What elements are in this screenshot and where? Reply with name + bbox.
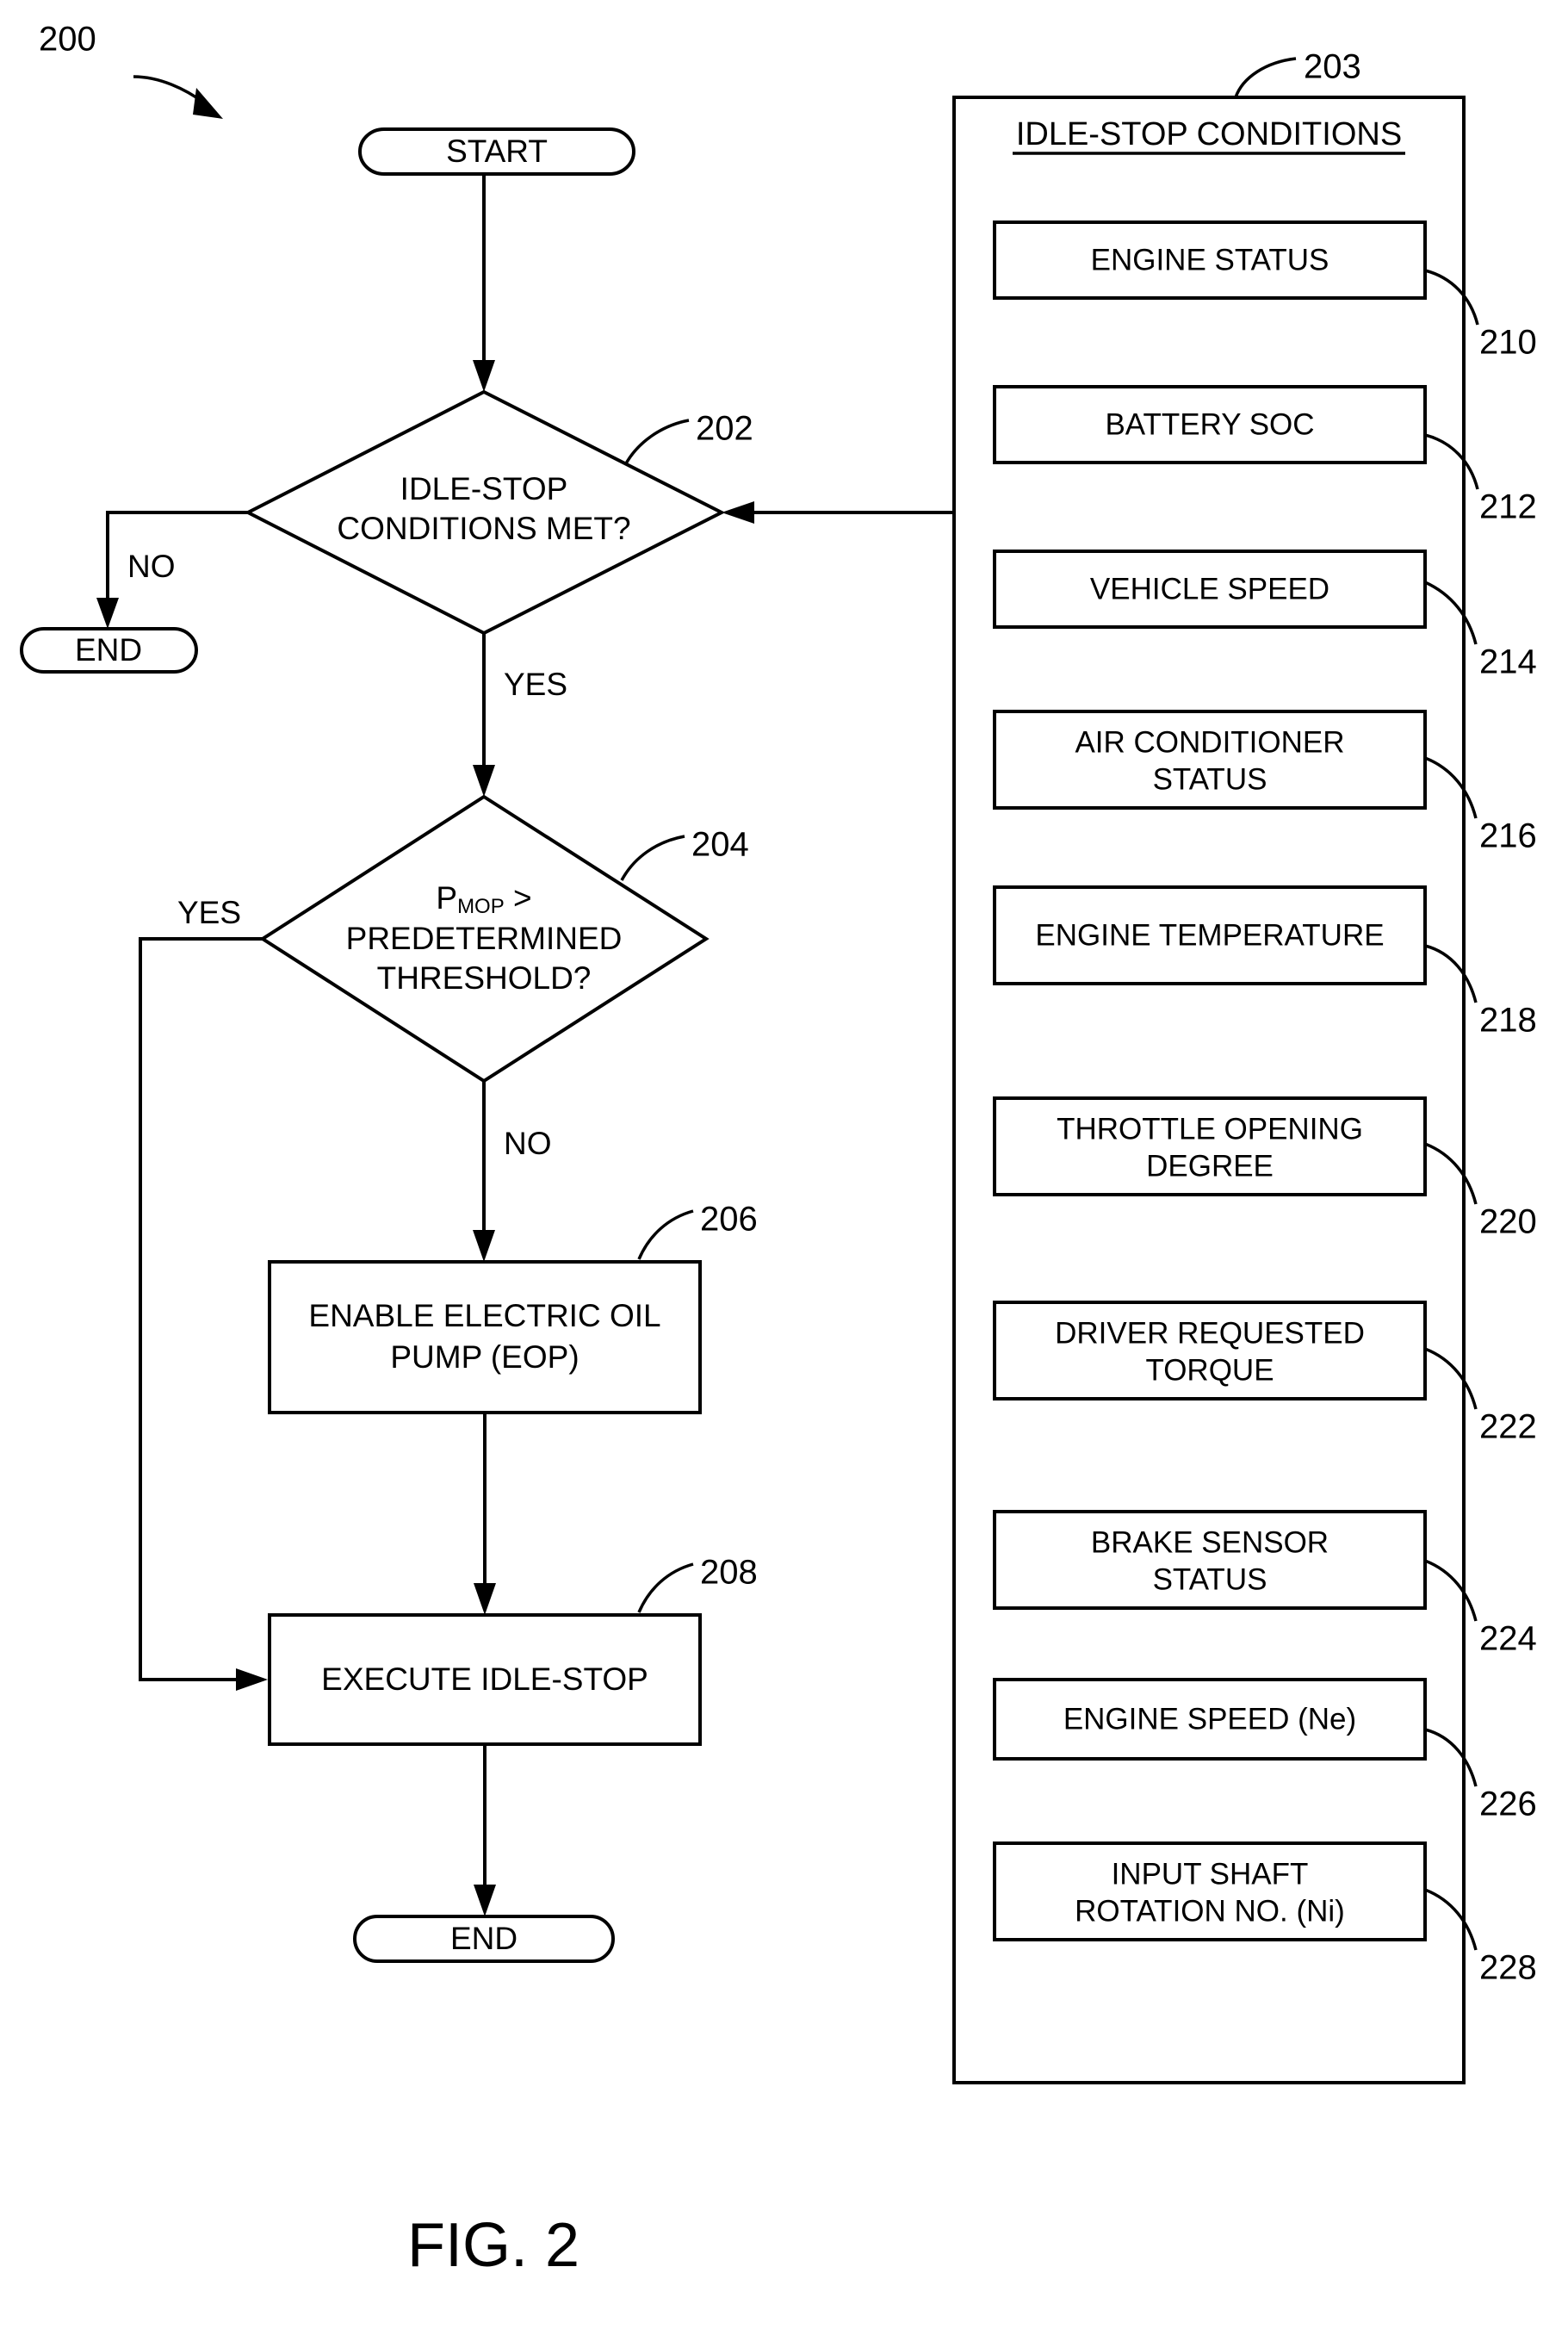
ref-202: 202	[623, 410, 753, 466]
condition-ref-label: 212	[1479, 488, 1537, 526]
edge-decision-1-no-to-end: NO	[96, 511, 248, 629]
edge-eop-to-execute	[474, 1413, 496, 1615]
condition-item-line: BRAKE SENSOR	[1091, 1525, 1329, 1559]
branch-label-no-2: NO	[504, 1126, 552, 1161]
condition-item-line: VEHICLE SPEED	[1090, 572, 1329, 606]
ref-208: 208	[637, 1554, 758, 1613]
branch-label-yes-1: YES	[504, 667, 567, 702]
condition-ref-label: 216	[1479, 817, 1537, 855]
ref-202-leader	[623, 419, 690, 466]
end-terminator-no-branch-label: END	[75, 632, 142, 668]
edge-decision-2-yes-path	[139, 937, 263, 1681]
idle-stop-conditions-panel-title: IDLE-STOP CONDITIONS	[1016, 116, 1402, 152]
flowchart-figure: 200 START IDLE-STOP CONDITIONS MET? 202	[20, 21, 1537, 2280]
edge-decision-2-yes-arrowhead	[236, 1668, 268, 1691]
start-terminator: START	[358, 127, 635, 176]
process-enable-eop-line1: ENABLE ELECTRIC OIL	[308, 1298, 660, 1333]
decision-idle-stop-conditions-met: IDLE-STOP CONDITIONS MET?	[244, 389, 726, 636]
condition-item-line: INPUT SHAFT	[1112, 1857, 1309, 1891]
ref-204-leader	[620, 835, 685, 881]
decision-2-line2: PREDETERMINED	[346, 921, 623, 956]
edge-decision-2-yes-to-execute: YES	[139, 895, 268, 1691]
ref-206-label: 206	[700, 1201, 758, 1239]
edge-decision-1-yes-to-decision-2: YES	[473, 633, 567, 797]
edge-execute-to-end-arrowhead	[474, 1885, 496, 1916]
condition-item-line: STATUS	[1153, 762, 1267, 796]
condition-item-line: ENGINE STATUS	[1091, 243, 1329, 276]
edge-panel-to-decision-1-arrowhead	[722, 501, 754, 524]
decision-1-line2: CONDITIONS MET?	[337, 511, 630, 546]
condition-ref-label: 226	[1479, 1786, 1537, 1823]
condition-ref-label: 220	[1479, 1203, 1537, 1241]
ref-208-leader	[637, 1562, 694, 1613]
edge-decision-2-no-arrowhead	[473, 1230, 495, 1262]
edge-eop-to-execute-arrowhead	[474, 1583, 496, 1615]
edge-execute-to-end	[474, 1744, 496, 1916]
ref-203-leader	[1234, 57, 1297, 98]
condition-item-line: DRIVER REQUESTED	[1055, 1316, 1365, 1350]
ref-203-label: 203	[1304, 48, 1361, 86]
figure-ref-200-label: 200	[39, 21, 96, 59]
condition-item-line: DEGREE	[1146, 1149, 1274, 1183]
end-terminator-no-branch: END	[20, 627, 198, 674]
decision-2-pmop-subscript: MOP	[457, 895, 505, 918]
edge-decision-1-yes-arrowhead	[473, 765, 495, 797]
figure-ref-200-arrowhead	[193, 88, 223, 119]
edge-decision-1-no-arrowhead	[96, 598, 119, 629]
decision-2-pmop-main: P	[436, 880, 457, 916]
process-enable-eop-shape	[268, 1260, 702, 1414]
condition-item-line: STATUS	[1153, 1562, 1267, 1596]
condition-ref-label: 222	[1479, 1408, 1537, 1446]
decision-pmop-threshold: PMOP > PREDETERMINED THRESHOLD?	[259, 794, 710, 1084]
condition-item-line: ENGINE TEMPERATURE	[1035, 918, 1384, 952]
condition-item-line: THROTTLE OPENING	[1057, 1112, 1363, 1146]
process-execute-idle-stop: EXECUTE IDLE-STOP	[268, 1613, 702, 1746]
ref-202-label: 202	[696, 410, 753, 448]
ref-204: 204	[620, 826, 749, 881]
start-terminator-label: START	[446, 134, 548, 169]
process-execute-idle-stop-line1: EXECUTE IDLE-STOP	[321, 1661, 648, 1697]
condition-item-line: AIR CONDITIONER	[1075, 725, 1344, 759]
condition-ref-label: 218	[1479, 1002, 1537, 1040]
branch-label-no-1: NO	[127, 549, 176, 584]
ref-203: 203	[1234, 48, 1361, 98]
decision-1-line1: IDLE-STOP	[400, 471, 568, 506]
process-enable-eop: ENABLE ELECTRIC OIL PUMP (EOP)	[268, 1260, 702, 1414]
edge-panel-to-decision-1	[722, 501, 954, 524]
patent-figure-page: 200 START IDLE-STOP CONDITIONS MET? 202	[0, 0, 1568, 2329]
ref-206-leader	[637, 1209, 694, 1260]
condition-item-line: BATTERY SOC	[1105, 407, 1314, 441]
end-terminator-final: END	[353, 1915, 615, 1963]
ref-208-label: 208	[700, 1554, 758, 1592]
process-enable-eop-line2: PUMP (EOP)	[390, 1339, 579, 1375]
condition-ref-label: 210	[1479, 324, 1537, 362]
figure-ref-200: 200	[39, 21, 223, 119]
condition-ref-label: 228	[1479, 1949, 1537, 1987]
condition-ref-label: 224	[1479, 1620, 1537, 1658]
edge-start-to-decision-1	[473, 174, 495, 392]
condition-item-line: ROTATION NO. (Ni)	[1075, 1894, 1345, 1928]
figure-ref-200-leader	[133, 75, 207, 105]
decision-2-line3: THRESHOLD?	[377, 960, 592, 996]
edge-decision-2-no-to-eop: NO	[473, 1081, 552, 1262]
condition-ref-label: 214	[1479, 643, 1537, 681]
condition-item-line: ENGINE SPEED (Ne)	[1063, 1702, 1356, 1736]
branch-label-yes-2: YES	[177, 895, 241, 930]
ref-204-label: 204	[691, 826, 749, 864]
end-terminator-final-label: END	[450, 1921, 518, 1956]
edge-start-to-decision-1-arrowhead	[473, 360, 495, 392]
condition-item-line: TORQUE	[1145, 1353, 1274, 1387]
decision-2-pmop-operator: >	[505, 880, 532, 916]
figure-caption: FIG. 2	[407, 2211, 579, 2280]
ref-206: 206	[637, 1201, 758, 1260]
